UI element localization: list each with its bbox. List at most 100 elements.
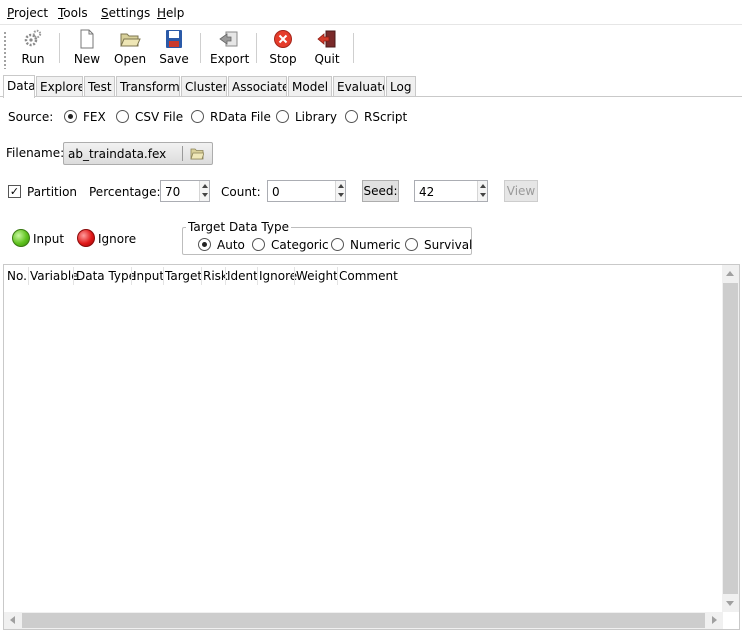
tab-bar: Data Explore Test Transform Cluster Asso… — [0, 75, 742, 98]
column-header-variable[interactable]: Variable — [30, 269, 79, 283]
floppy-disk-icon — [166, 30, 182, 48]
source-fex-label[interactable]: FEX — [83, 110, 106, 124]
source-rscript-radio[interactable] — [345, 110, 358, 123]
scroll-left-icon[interactable] — [10, 616, 15, 624]
quit-button[interactable]: Quit — [312, 27, 342, 69]
horizontal-scrollbar[interactable] — [4, 612, 723, 629]
variables-table[interactable]: No. Variable Data Type Input Target Risk… — [3, 264, 740, 630]
toolbar-grip[interactable] — [3, 31, 7, 69]
export-button[interactable]: Export — [210, 27, 249, 69]
target-auto-radio[interactable] — [198, 238, 211, 251]
vertical-scroll-thumb[interactable] — [723, 283, 738, 594]
scroll-up-icon[interactable] — [726, 271, 734, 276]
toolbar-separator — [256, 33, 257, 63]
target-categoric-label[interactable]: Categoric — [271, 238, 329, 252]
source-rscript-label[interactable]: RScript — [364, 110, 407, 124]
column-header-data-type[interactable]: Data Type — [76, 269, 136, 283]
count-spinbox[interactable]: 0 — [267, 180, 346, 202]
stop-button[interactable]: Stop — [268, 27, 298, 69]
column-divider[interactable] — [163, 267, 164, 285]
horizontal-scroll-thumb[interactable] — [22, 613, 705, 628]
scroll-down-icon[interactable] — [726, 601, 734, 606]
spin-up-icon[interactable] — [202, 184, 208, 188]
tab-model[interactable]: Model — [288, 76, 332, 97]
percentage-value: 70 — [165, 185, 181, 199]
tab-associate[interactable]: Associate — [228, 76, 287, 97]
column-divider[interactable] — [337, 267, 338, 285]
source-csv-label[interactable]: CSV File — [135, 110, 183, 124]
source-csv-radio[interactable] — [116, 110, 129, 123]
menu-project[interactable]: Project — [7, 6, 48, 20]
tab-data[interactable]: Data — [3, 75, 35, 98]
column-header-input[interactable]: Input — [133, 269, 164, 283]
menu-settings[interactable]: Settings — [101, 6, 150, 20]
toolbar-separator — [59, 33, 60, 63]
filename-label: Filename: — [6, 146, 65, 160]
column-header-ident[interactable]: Ident — [227, 269, 258, 283]
column-header-no[interactable]: No. — [7, 269, 27, 283]
spin-down-icon[interactable] — [202, 193, 208, 197]
source-library-label[interactable]: Library — [295, 110, 337, 124]
target-survival-label[interactable]: Survival — [424, 238, 472, 252]
tab-divider — [0, 96, 742, 97]
menu-tools[interactable]: Tools — [58, 6, 88, 20]
new-button[interactable]: New — [72, 27, 102, 69]
seed-spin-arrows[interactable] — [477, 181, 487, 201]
open-button[interactable]: Open — [114, 27, 146, 69]
seed-button[interactable]: Seed: — [362, 180, 399, 202]
vertical-scrollbar[interactable] — [722, 265, 739, 612]
target-data-type-title: Target Data Type — [186, 220, 291, 234]
menu-help[interactable]: Help — [157, 6, 184, 20]
column-header-comment[interactable]: Comment — [339, 269, 398, 283]
percentage-spin-arrows[interactable] — [199, 181, 209, 201]
percentage-label: Percentage: — [89, 185, 161, 199]
ignore-role-label[interactable]: Ignore — [98, 232, 136, 246]
column-divider[interactable] — [225, 267, 226, 285]
column-divider[interactable] — [28, 267, 29, 285]
input-light-icon[interactable] — [12, 229, 30, 247]
tab-explore[interactable]: Explore — [36, 76, 83, 97]
source-rdata-radio[interactable] — [191, 110, 204, 123]
export-icon — [219, 31, 238, 47]
target-categoric-radio[interactable] — [252, 238, 265, 251]
spin-up-icon[interactable] — [480, 184, 486, 188]
filename-chooser-button[interactable]: ab_traindata.fex — [63, 142, 213, 165]
spin-up-icon[interactable] — [338, 184, 344, 188]
partition-label[interactable]: Partition — [27, 185, 77, 199]
tab-transform[interactable]: Transform — [116, 76, 180, 97]
save-button[interactable]: Save — [159, 27, 189, 69]
scroll-right-icon[interactable] — [712, 616, 717, 624]
target-auto-label[interactable]: Auto — [217, 238, 245, 252]
column-header-target[interactable]: Target — [165, 269, 202, 283]
spin-down-icon[interactable] — [338, 193, 344, 197]
tab-test[interactable]: Test — [84, 76, 115, 97]
tab-cluster[interactable]: Cluster — [181, 76, 227, 97]
spin-down-icon[interactable] — [480, 193, 486, 197]
target-survival-radio[interactable] — [405, 238, 418, 251]
column-divider[interactable] — [294, 267, 295, 285]
column-divider[interactable] — [201, 267, 202, 285]
source-rdata-label[interactable]: RData File — [210, 110, 271, 124]
target-numeric-label[interactable]: Numeric — [350, 238, 401, 252]
target-numeric-radio[interactable] — [331, 238, 344, 251]
source-fex-radio[interactable] — [64, 110, 77, 123]
column-divider[interactable] — [73, 267, 74, 285]
count-spin-arrows[interactable] — [335, 181, 345, 201]
filename-value: ab_traindata.fex — [68, 147, 167, 161]
percentage-spinbox[interactable]: 70 — [160, 180, 210, 202]
column-header-weight[interactable]: Weight — [296, 269, 338, 283]
partition-checkbox[interactable]: ✓ — [8, 185, 21, 198]
column-divider[interactable] — [131, 267, 132, 285]
seed-spinbox[interactable]: 42 — [414, 180, 488, 202]
tab-log[interactable]: Log — [386, 76, 416, 97]
source-library-radio[interactable] — [276, 110, 289, 123]
ignore-light-icon[interactable] — [77, 229, 95, 247]
column-divider[interactable] — [257, 267, 258, 285]
toolbar-separator — [353, 33, 354, 63]
input-role-label[interactable]: Input — [33, 232, 64, 246]
column-header-ignore[interactable]: Ignore — [259, 269, 297, 283]
run-button[interactable]: Run — [18, 27, 48, 69]
view-button[interactable]: View — [504, 180, 538, 202]
tab-evaluate[interactable]: Evaluate — [333, 76, 385, 97]
menu-bar: Project Tools Settings Help — [0, 0, 742, 24]
